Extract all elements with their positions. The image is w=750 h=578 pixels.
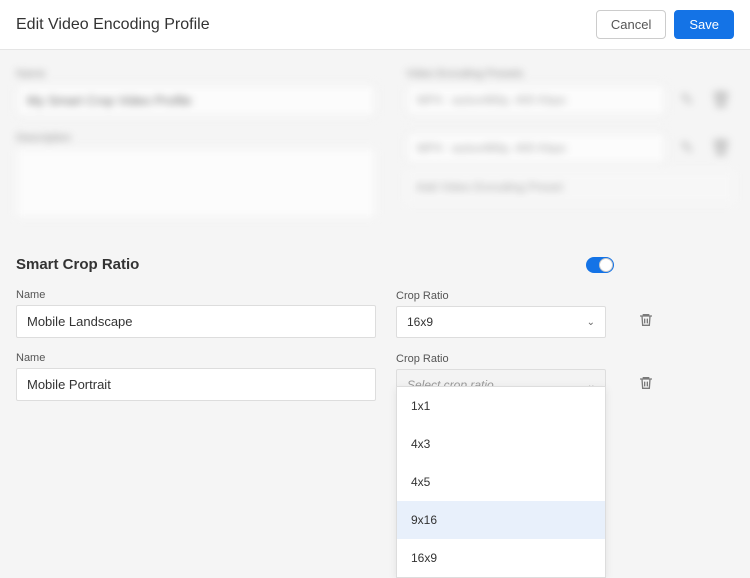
description-textarea <box>16 148 376 218</box>
presets-label: Video Encoding Presets <box>406 68 734 80</box>
profile-name-input <box>16 84 376 117</box>
blurred-form-section: Name Video Encoding Presets ✎ 🗑 Descript… <box>16 68 734 218</box>
smart-crop-header: Smart Crop Ratio <box>16 256 734 273</box>
preset-1-input <box>406 84 666 116</box>
content-area: Name Video Encoding Presets ✎ 🗑 Descript… <box>0 50 750 433</box>
crop-name-input-1[interactable] <box>16 305 376 338</box>
save-button[interactable]: Save <box>674 10 734 39</box>
trash-icon: 🗑 <box>708 135 734 161</box>
smart-crop-title: Smart Crop Ratio <box>16 256 139 273</box>
description-label: Description <box>16 132 376 144</box>
smart-crop-toggle[interactable] <box>586 257 614 273</box>
cancel-button[interactable]: Cancel <box>596 10 666 39</box>
name-label: Name <box>16 68 376 80</box>
chevron-down-icon: ⌄ <box>587 317 595 328</box>
crop-row-1: Name Crop Ratio 16x9 ⌄ <box>16 289 734 338</box>
delete-row-2-button[interactable] <box>634 371 658 395</box>
header-bar: Edit Video Encoding Profile Cancel Save <box>0 0 750 50</box>
option-4x3[interactable]: 4x3 <box>397 425 605 463</box>
select-value: 16x9 <box>407 315 433 329</box>
edit-icon: ✎ <box>674 135 700 161</box>
trash-icon <box>638 312 654 328</box>
name-label: Name <box>16 352 376 364</box>
toggle-knob <box>599 258 613 272</box>
name-label: Name <box>16 289 376 301</box>
page-title: Edit Video Encoding Profile <box>16 16 210 34</box>
ratio-label: Crop Ratio <box>396 353 606 365</box>
option-4x5[interactable]: 4x5 <box>397 463 605 501</box>
edit-icon: ✎ <box>674 87 700 113</box>
crop-ratio-select-1[interactable]: 16x9 ⌄ <box>396 306 606 338</box>
trash-icon: 🗑 <box>708 87 734 113</box>
ratio-label: Crop Ratio <box>396 290 606 302</box>
trash-icon <box>638 375 654 391</box>
crop-row-2: Name Crop Ratio Select crop ratio ⌄ 1x1 … <box>16 352 734 401</box>
crop-ratio-dropdown: 1x1 4x3 4x5 9x16 16x9 <box>396 386 606 578</box>
add-preset-button: Add Video Encoding Preset <box>406 170 734 204</box>
preset-2-input <box>406 132 666 164</box>
option-1x1[interactable]: 1x1 <box>397 387 605 425</box>
crop-name-input-2[interactable] <box>16 368 376 401</box>
option-9x16[interactable]: 9x16 <box>397 501 605 539</box>
header-actions: Cancel Save <box>596 10 734 39</box>
delete-row-1-button[interactable] <box>634 308 658 332</box>
